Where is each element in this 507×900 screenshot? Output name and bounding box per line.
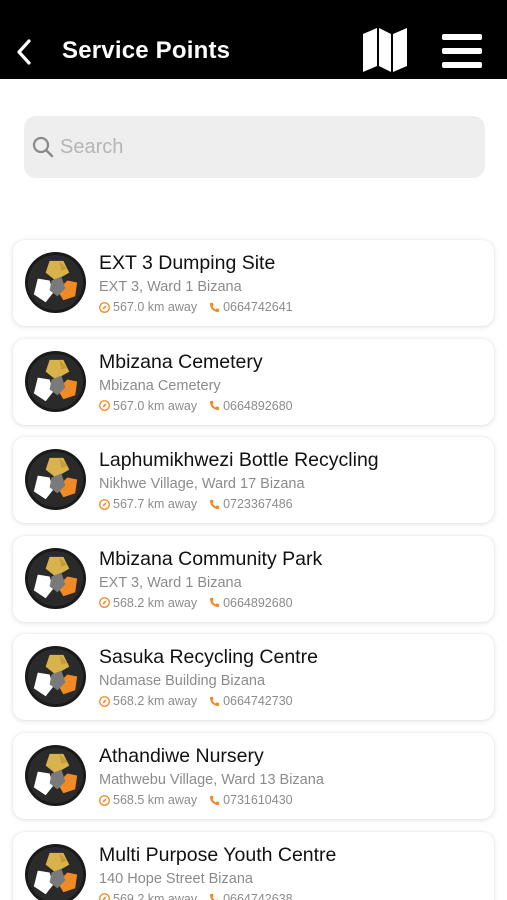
- phone-number: 0664892680: [223, 398, 293, 413]
- compass-icon: [99, 301, 110, 313]
- search-input[interactable]: [60, 126, 460, 168]
- compass-icon: [99, 893, 110, 900]
- phone-icon: [209, 795, 220, 805]
- service-point-phone[interactable]: 0723367486: [209, 497, 293, 511]
- service-point-distance: 567.7 km away: [113, 497, 198, 512]
- search-icon: [32, 136, 54, 158]
- map-view-button[interactable]: [360, 26, 410, 74]
- recycle-logo-icon: [24, 350, 87, 412]
- service-point-distance: 568.2 km away: [113, 595, 198, 610]
- service-point-name: Sasuka Recycling Centre: [99, 646, 318, 669]
- service-point-phone[interactable]: 0664892680: [209, 596, 293, 610]
- compass-icon: [99, 794, 110, 806]
- service-point-address: Mathwebu Village, Ward 13 Bizana: [99, 772, 324, 788]
- service-point-card[interactable]: Athandiwe Nursery Mathwebu Village, Ward…: [13, 733, 494, 819]
- service-point-name: Athandiwe Nursery: [99, 745, 264, 767]
- service-point-phone[interactable]: 0664742730: [209, 694, 293, 708]
- phone-icon: [209, 401, 220, 411]
- phone-icon: [209, 499, 220, 509]
- service-point-name: Mbizana Cemetery: [99, 350, 263, 373]
- hamburger-menu-icon: [442, 34, 484, 68]
- service-point-card[interactable]: Mbizana Community Park EXT 3, Ward 1 Biz…: [13, 535, 494, 622]
- service-point-name: Mbizana Community Park: [99, 547, 323, 570]
- compass-icon: [99, 695, 110, 707]
- service-point-distance: 568.2 km away: [113, 694, 198, 709]
- service-point-phone[interactable]: 0664742638: [209, 892, 293, 900]
- service-point-distance: 567.0 km away: [113, 300, 198, 314]
- service-point-meta: 569.2 km away 0664742638: [99, 892, 293, 900]
- compass-icon: [99, 597, 110, 609]
- phone-number: 0664742730: [223, 694, 293, 709]
- recycle-logo-icon: [24, 251, 87, 314]
- recycle-logo-icon: [24, 449, 87, 511]
- phone-icon: [209, 894, 219, 900]
- recycle-logo-icon: [24, 744, 87, 807]
- page-title: Service Points: [62, 37, 231, 64]
- service-point-address: Mbizana Cemetery: [99, 377, 221, 394]
- phone-icon: [209, 302, 220, 312]
- service-point-card[interactable]: Mbizana Cemetery Mbizana Cemetery 567.0 …: [13, 338, 494, 425]
- phone-icon: [209, 598, 220, 608]
- service-point-name: EXT 3 Dumping Site: [99, 252, 276, 274]
- service-point-address: Nikhwe Village, Ward 17 Bizana: [99, 476, 305, 493]
- app-header: Service Points: [0, 0, 507, 79]
- recycle-logo-icon: [24, 547, 87, 609]
- service-point-address: Ndamase Building Bizana: [99, 673, 266, 690]
- service-point-card[interactable]: Laphumikhwezi Bottle Recycling Nikhwe Vi…: [13, 437, 494, 524]
- menu-button[interactable]: [442, 34, 484, 68]
- recycle-logo-icon: [24, 646, 87, 708]
- service-point-meta: 567.0 km away 0664892680: [99, 399, 293, 413]
- service-point-meta: 568.2 km away 0664892680: [99, 596, 293, 610]
- compass-icon: [99, 498, 110, 510]
- service-point-address: EXT 3, Ward 1 Bizana: [99, 574, 242, 591]
- phone-number: 0723367486: [223, 497, 293, 512]
- service-point-card[interactable]: EXT 3 Dumping Site EXT 3, Ward 1 Bizana …: [13, 240, 494, 326]
- service-point-meta: 567.0 km away 0664742641: [99, 300, 293, 314]
- service-point-address: 140 Hope Street Bizana: [99, 870, 253, 887]
- map-icon: [363, 28, 407, 72]
- back-button[interactable]: [12, 36, 36, 68]
- phone-number: 0731610430: [223, 793, 293, 807]
- service-point-distance: 569.2 km away: [113, 891, 198, 900]
- phone-number: 0664742638: [223, 891, 293, 900]
- service-point-card[interactable]: Multi Purpose Youth Centre 140 Hope Stre…: [13, 831, 494, 900]
- phone-icon: [209, 696, 220, 706]
- service-point-distance: 568.5 km away: [113, 793, 198, 807]
- phone-number: 0664892680: [223, 595, 293, 610]
- service-point-meta: 567.7 km away 0723367486: [99, 497, 293, 511]
- recycle-logo-icon: [24, 843, 87, 900]
- service-point-phone[interactable]: 0664892680: [209, 399, 293, 413]
- service-point-phone[interactable]: 0731610430: [209, 793, 293, 807]
- chevron-left-icon: [17, 39, 31, 65]
- service-point-address: EXT 3, Ward 1 Bizana: [99, 279, 242, 295]
- service-point-distance: 567.0 km away: [113, 398, 198, 413]
- service-point-meta: 568.5 km away 0731610430: [99, 793, 293, 807]
- service-point-card[interactable]: Sasuka Recycling Centre Ndamase Building…: [13, 634, 494, 721]
- service-point-meta: 568.2 km away 0664742730: [99, 694, 293, 708]
- service-point-phone[interactable]: 0664742641: [209, 300, 293, 314]
- phone-number: 0664742641: [223, 300, 293, 314]
- service-point-name: Laphumikhwezi Bottle Recycling: [99, 449, 379, 472]
- compass-icon: [99, 400, 110, 412]
- service-point-name: Multi Purpose Youth Centre: [99, 843, 337, 866]
